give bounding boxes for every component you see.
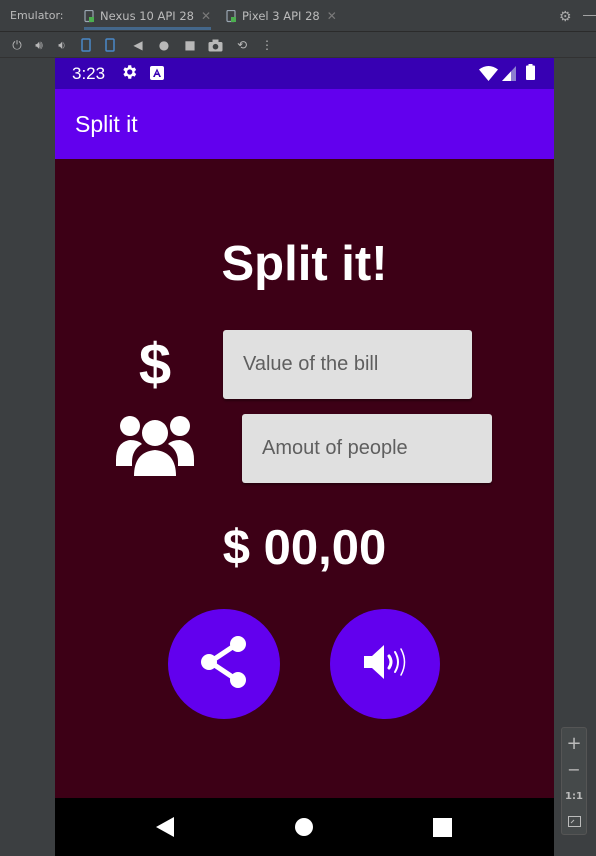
bill-value-input[interactable] [223, 330, 472, 399]
nav-overview-icon[interactable] [412, 798, 472, 856]
nav-home-icon[interactable] [274, 798, 334, 856]
zoom-fit-icon[interactable] [562, 809, 586, 833]
app-bar: Split it [55, 89, 554, 159]
close-icon[interactable]: ✕ [201, 9, 211, 23]
page-title: Split it! [221, 237, 388, 291]
emulator-label: Emulator: [10, 9, 64, 22]
tab-label: Pixel 3 API 28 [242, 9, 320, 23]
volume-up-icon[interactable]: 🔊︎ [31, 37, 47, 53]
zoom-out-button[interactable]: − [562, 757, 586, 781]
bill-value-field[interactable] [223, 330, 472, 399]
settings-icon [120, 63, 138, 86]
tab-nexus-10[interactable]: Nexus 10 API 28 ✕ [84, 0, 212, 32]
share-icon [199, 635, 249, 694]
people-icon [116, 410, 194, 478]
phone-screen: 3:23 Split it Split it! $ Value of the b… [55, 58, 554, 856]
wifi-icon [479, 66, 498, 86]
navigation-bar [55, 798, 554, 856]
zoom-in-button[interactable]: + [562, 731, 586, 755]
back-icon[interactable]: ◀ [130, 37, 146, 53]
tab-label: Nexus 10 API 28 [100, 9, 194, 23]
status-time: 3:23 [72, 64, 106, 83]
zoom-actual-size-button[interactable]: 1:1 [562, 784, 586, 808]
camera-icon[interactable] [207, 37, 223, 53]
left-gutter [0, 58, 55, 856]
tab-pixel-3[interactable]: Pixel 3 API 28 ✕ [226, 0, 337, 32]
result-value: $ 00,00 [222, 521, 387, 575]
emulator-tabbar: Emulator: Nexus 10 API 28 ✕ Pixel 3 API … [0, 0, 596, 32]
home-icon[interactable]: ● [156, 37, 172, 53]
status-bar: 3:23 [55, 58, 554, 89]
device-icon [226, 9, 237, 23]
close-icon[interactable]: ✕ [327, 9, 337, 23]
rotate-right-icon[interactable] [102, 37, 118, 53]
dollar-icon: $ [138, 332, 172, 397]
more-icon[interactable]: ⋮ [259, 37, 275, 53]
app-notification-icon [150, 66, 164, 85]
gear-icon[interactable]: ⚙ [559, 8, 572, 25]
people-count-field[interactable] [242, 414, 492, 483]
snapshot-icon[interactable]: ⟲ [234, 37, 250, 53]
overview-icon[interactable]: ■ [182, 37, 198, 53]
device-icon [84, 9, 95, 23]
people-count-input[interactable] [242, 414, 492, 483]
speaker-icon [362, 642, 408, 687]
cell-signal-icon [502, 66, 516, 86]
zoom-controls: + − 1:1 [561, 727, 587, 835]
power-icon[interactable]: ⏻ [9, 37, 25, 53]
rotate-left-icon[interactable] [78, 37, 94, 53]
app-title: Split it [75, 111, 138, 137]
speak-button[interactable] [330, 609, 440, 719]
minimize-icon[interactable]: — [583, 6, 596, 22]
share-button[interactable] [168, 609, 280, 719]
volume-down-icon[interactable]: 🔉︎ [54, 37, 70, 53]
nav-back-icon[interactable] [135, 798, 195, 856]
battery-icon [526, 64, 535, 85]
emulator-toolbar: ⏻ 🔊︎ 🔉︎ ◀ ● ■ ⟲ ⋮ [0, 32, 596, 58]
